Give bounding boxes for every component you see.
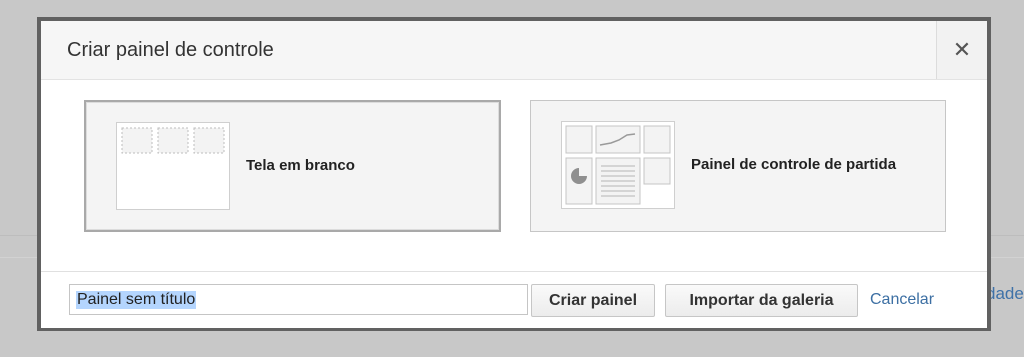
option-label: Painel de controle de partida xyxy=(691,156,897,173)
import-from-gallery-button[interactable]: Importar da galeria xyxy=(665,284,858,317)
option-blank-canvas[interactable]: Tela em branco xyxy=(84,100,501,232)
close-button[interactable]: ✕ xyxy=(936,21,987,79)
cancel-link[interactable]: Cancelar xyxy=(870,291,934,309)
starter-dashboard-icon xyxy=(561,121,675,209)
create-dashboard-dialog: Criar painel de controle ✕ Tela em branc… xyxy=(37,17,991,331)
dialog-footer: Painel sem título Criar painel Importar … xyxy=(41,271,987,328)
close-icon: ✕ xyxy=(952,37,972,62)
option-starter-dashboard[interactable]: Painel de controle de partida xyxy=(530,100,946,232)
background-partial-text: dade xyxy=(986,284,1024,303)
dialog-header: Criar painel de controle ✕ xyxy=(41,21,987,80)
dashboard-name-value: Painel sem título xyxy=(76,290,197,309)
blank-canvas-icon xyxy=(116,122,230,210)
option-label: Tela em branco xyxy=(246,157,355,174)
dialog-title: Criar painel de controle xyxy=(67,39,274,61)
create-dashboard-button[interactable]: Criar painel xyxy=(531,284,655,317)
dashboard-name-input[interactable]: Painel sem título xyxy=(69,284,528,315)
